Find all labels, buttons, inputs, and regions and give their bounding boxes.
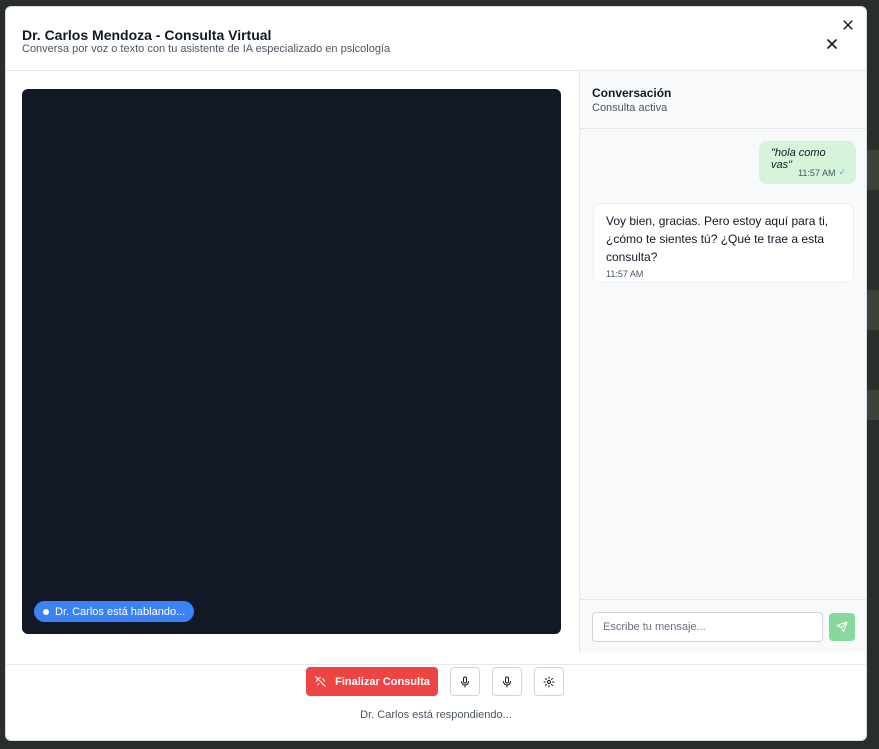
modal-subtitle: Conversa por voz o texto con tu asistent…	[22, 43, 391, 55]
modal-footer: Finalizar Consulta Dr. Carlos está respo…	[6, 664, 866, 740]
end-consultation-label: Finalizar Consulta	[335, 675, 430, 688]
backdrop	[865, 390, 879, 420]
send-icon	[836, 621, 848, 633]
microphone-icon	[503, 676, 511, 687]
assistant-message-time: 11:57 AM	[606, 269, 644, 279]
user-message-meta: 11:57 AM ✓	[798, 167, 846, 178]
settings-button[interactable]	[534, 667, 564, 696]
microphone-button[interactable]	[450, 667, 480, 696]
chat-panel: Conversación Consulta activa "hola como …	[579, 71, 866, 653]
footer-status: Dr. Carlos está respondiendo...	[360, 709, 512, 721]
speaking-badge: Dr. Carlos está hablando...	[34, 601, 195, 622]
user-message: "hola como vas" 11:57 AM ✓	[759, 141, 856, 184]
consultation-modal: Dr. Carlos Mendoza - Consulta Virtual Co…	[5, 6, 867, 741]
chat-header: Conversación Consulta activa	[580, 71, 866, 129]
settings-icon	[543, 676, 555, 687]
send-button[interactable]	[829, 613, 855, 641]
close-icon[interactable]	[824, 36, 840, 52]
modal-header: Dr. Carlos Mendoza - Consulta Virtual Co…	[6, 7, 866, 71]
chat-status: Consulta activa	[592, 102, 668, 114]
chat-input-bar	[580, 599, 866, 653]
double-check-icon: ✓	[838, 167, 846, 177]
user-message-time: 11:57 AM	[798, 167, 836, 178]
backdrop	[865, 290, 879, 330]
assistant-message: Voy bien, gracias. Pero estoy aquí para …	[593, 203, 854, 283]
speaking-dot-icon	[43, 608, 49, 615]
microphone-button[interactable]	[492, 667, 522, 696]
video-area: Dr. Carlos está hablando...	[22, 89, 561, 634]
phone-off-icon	[315, 676, 327, 687]
backdrop	[865, 150, 879, 190]
microphone-icon	[461, 676, 469, 687]
message-input[interactable]	[592, 612, 823, 642]
chat-title: Conversación	[592, 86, 672, 100]
close-icon[interactable]	[840, 17, 856, 33]
speaking-badge-label: Dr. Carlos está hablando...	[55, 605, 186, 618]
assistant-message-text: Voy bien, gracias. Pero estoy aquí para …	[606, 214, 829, 264]
end-consultation-button[interactable]: Finalizar Consulta	[306, 667, 438, 696]
modal-title: Dr. Carlos Mendoza - Consulta Virtual	[22, 27, 272, 43]
